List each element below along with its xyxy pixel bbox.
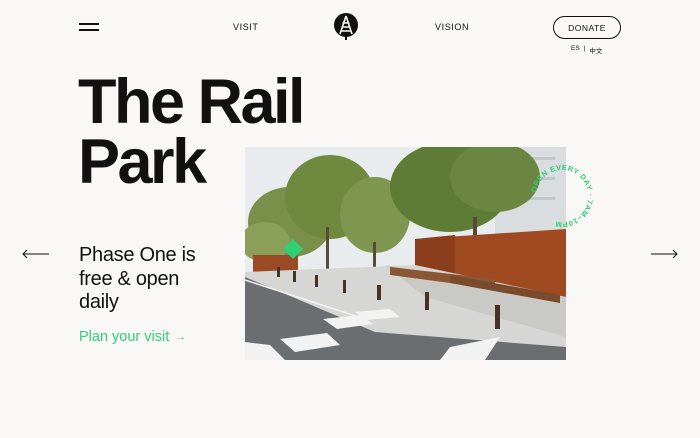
lang-separator: | bbox=[583, 45, 586, 52]
open-hours-badge: OPEN EVERY DAY · 7AM–10PM bbox=[526, 160, 598, 232]
arrow-right-icon: → bbox=[175, 331, 187, 343]
donate-button[interactable]: DONATE bbox=[553, 16, 621, 39]
subtitle-line: free & open bbox=[79, 267, 180, 290]
arrow-left-icon bbox=[22, 249, 49, 259]
carousel-prev-button[interactable] bbox=[22, 247, 50, 259]
lang-es-link[interactable]: ES bbox=[571, 45, 580, 55]
plan-visit-label: Plan your visit bbox=[79, 329, 170, 345]
badge-text: OPEN EVERY DAY · 7AM–10PM bbox=[529, 163, 594, 229]
nav-visit-link[interactable]: VISIT bbox=[233, 22, 259, 32]
title-line: The Rail bbox=[78, 67, 306, 137]
subtitle-line: Phase One is bbox=[79, 244, 196, 266]
subtitle-line: daily bbox=[79, 291, 119, 313]
rail-park-logo-icon[interactable] bbox=[333, 13, 359, 41]
menu-button[interactable] bbox=[79, 22, 99, 32]
hamburger-line bbox=[79, 29, 99, 31]
arrow-right-icon bbox=[651, 249, 678, 259]
svg-text:OPEN EVERY DAY · 7AM–10PM: OPEN EVERY DAY · 7AM–10PM bbox=[529, 163, 595, 229]
language-switcher: ES | 中文 bbox=[571, 45, 602, 55]
lang-zh-link[interactable]: 中文 bbox=[589, 45, 602, 55]
diamond-marker-icon bbox=[283, 239, 303, 259]
carousel-next-button[interactable] bbox=[650, 247, 678, 259]
hamburger-line bbox=[79, 23, 99, 25]
plan-visit-link[interactable]: Plan your visit → bbox=[79, 329, 186, 345]
nav-vision-link[interactable]: VISION bbox=[435, 22, 469, 32]
hero-subtitle: Phase One is free & open daily bbox=[79, 244, 229, 315]
